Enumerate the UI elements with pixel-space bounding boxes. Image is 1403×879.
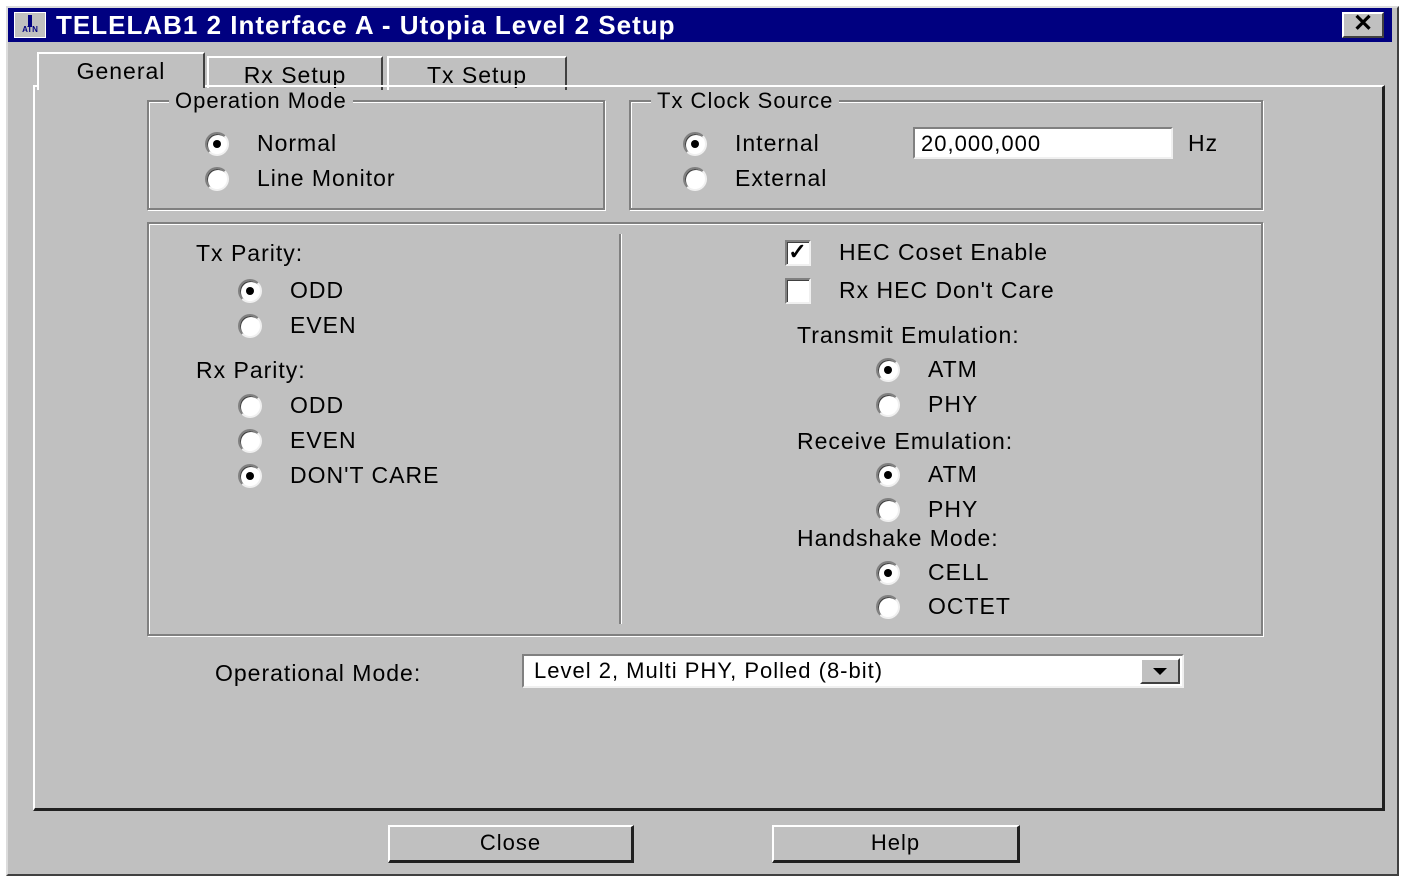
chevron-down-icon[interactable] <box>1140 658 1180 684</box>
close-window-button[interactable]: ✕ <box>1342 12 1384 38</box>
radio-handshake-cell[interactable]: CELL <box>876 559 990 586</box>
radio-rx-parity-dont-care[interactable]: DON'T CARE <box>238 462 439 489</box>
radio-button-icon[interactable] <box>238 428 262 453</box>
radio-button-icon[interactable] <box>205 131 229 156</box>
radio-button-icon[interactable] <box>205 166 229 191</box>
radio-button-icon[interactable] <box>876 497 900 522</box>
help-button[interactable]: Help <box>772 825 1020 863</box>
radio-rx-parity-odd[interactable]: ODD <box>238 392 344 419</box>
radio-transmit-phy[interactable]: PHY <box>876 391 978 418</box>
operational-mode-value: Level 2, Multi PHY, Polled (8-bit) <box>534 658 884 683</box>
radio-handshake-octet[interactable]: OCTET <box>876 593 1011 620</box>
radio-button-icon[interactable] <box>683 131 707 156</box>
radio-button-icon[interactable] <box>683 166 707 191</box>
operational-mode-label: Operational Mode: <box>215 660 422 686</box>
tab-general[interactable]: General <box>37 52 205 90</box>
checkbox-icon[interactable]: ✓ <box>785 239 811 266</box>
radio-button-icon[interactable] <box>238 463 262 488</box>
checkbox-hec-coset-enable[interactable]: ✓ HEC Coset Enable <box>785 239 1048 266</box>
receive-emulation-label: Receive Emulation: <box>797 428 1014 454</box>
checkbox-icon[interactable] <box>785 277 811 304</box>
tx-clock-source-legend: Tx Clock Source <box>651 88 840 114</box>
radio-button-icon[interactable] <box>876 357 900 382</box>
app-icon: ATN <box>14 12 46 38</box>
radio-button-icon[interactable] <box>876 560 900 585</box>
radio-tx-parity-even[interactable]: EVEN <box>238 312 357 339</box>
frequency-unit-label: Hz <box>1188 130 1219 156</box>
radio-receive-atm[interactable]: ATM <box>876 461 978 488</box>
radio-tx-parity-odd[interactable]: ODD <box>238 277 344 304</box>
transmit-emulation-label: Transmit Emulation: <box>797 322 1020 348</box>
radio-normal[interactable]: Normal <box>205 130 337 157</box>
radio-line-monitor[interactable]: Line Monitor <box>205 165 396 192</box>
operation-mode-legend: Operation Mode <box>169 88 353 114</box>
title-bar[interactable]: ATN TELELAB1 2 Interface A - Utopia Leve… <box>8 8 1392 42</box>
column-divider <box>619 234 622 624</box>
radio-button-icon[interactable] <box>876 392 900 417</box>
radio-rx-parity-even[interactable]: EVEN <box>238 427 357 454</box>
radio-button-icon[interactable] <box>238 313 262 338</box>
radio-receive-phy[interactable]: PHY <box>876 496 978 523</box>
radio-internal[interactable]: Internal <box>683 130 820 157</box>
radio-button-icon[interactable] <box>238 393 262 418</box>
handshake-mode-label: Handshake Mode: <box>797 525 999 551</box>
window-title: TELELAB1 2 Interface A - Utopia Level 2 … <box>56 10 676 40</box>
rx-parity-label: Rx Parity: <box>196 357 306 383</box>
radio-button-icon[interactable] <box>876 462 900 487</box>
radio-transmit-atm[interactable]: ATM <box>876 356 978 383</box>
tx-parity-label: Tx Parity: <box>196 240 304 266</box>
radio-button-icon[interactable] <box>876 594 900 619</box>
close-button[interactable]: Close <box>388 825 634 863</box>
radio-external[interactable]: External <box>683 165 827 192</box>
operational-mode-select[interactable]: Level 2, Multi PHY, Polled (8-bit) <box>522 654 1184 688</box>
radio-button-icon[interactable] <box>238 278 262 303</box>
checkbox-rx-hec-dont-care[interactable]: Rx HEC Don't Care <box>785 277 1055 304</box>
clock-frequency-input[interactable]: 20,000,000 <box>913 127 1173 159</box>
